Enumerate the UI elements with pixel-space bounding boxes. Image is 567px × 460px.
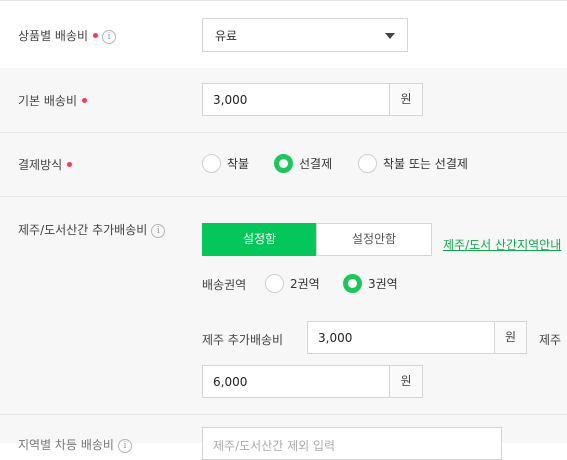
info-icon[interactable]: i	[102, 29, 117, 44]
jeju-toggle-off-button[interactable]: 설정안함	[316, 223, 432, 256]
base-shipping-unit: 원	[390, 83, 423, 116]
info-icon[interactable]: i	[117, 438, 132, 453]
region-option-label: 3권역	[368, 277, 398, 291]
base-shipping-input[interactable]: 3,000	[202, 83, 390, 116]
required-dot-icon	[67, 162, 73, 167]
required-dot-icon	[82, 98, 88, 103]
jeju-fee-input[interactable]: 3,000	[307, 321, 495, 354]
jeju-label: 제주/도서산간 추가배송비 i	[18, 221, 166, 238]
base-shipping-value: 3,000	[213, 93, 248, 107]
divider	[0, 414, 567, 415]
region-label: 배송권역	[202, 278, 247, 292]
partial-shipping-input[interactable]: 제주/도서산간 제외 입력	[202, 427, 502, 460]
radio-unchecked-icon	[202, 154, 221, 173]
payment-option-prepaid[interactable]: 선결제	[274, 154, 332, 173]
jeju-label-text: 제주/도서산간 추가배송비	[18, 223, 148, 237]
second-fee-value: 6,000	[213, 375, 248, 389]
jeju-toggle-on-button[interactable]: 설정함	[202, 223, 317, 256]
payment-label: 결제방식	[18, 156, 73, 173]
payment-option-label: 착불 또는 선결제	[383, 157, 468, 171]
radio-unchecked-icon	[265, 274, 284, 293]
radio-checked-icon	[343, 274, 362, 293]
partial-shipping-placeholder: 제주/도서산간 제외 입력	[213, 439, 336, 453]
jeju-fee-label: 제주 추가배송비	[202, 333, 284, 347]
base-shipping-label-text: 기본 배송비	[18, 94, 78, 108]
partial-shipping-label: 지역별 차등 배송비 i	[18, 436, 132, 453]
payment-label-text: 결제방식	[18, 158, 63, 172]
region-option-label: 2권역	[290, 277, 320, 291]
payment-option-either[interactable]: 착불 또는 선결제	[358, 154, 468, 173]
product-shipping-select[interactable]: 유료	[202, 18, 408, 52]
next-region-label: 제주	[539, 333, 562, 347]
radio-unchecked-icon	[358, 154, 377, 173]
payment-option-label: 착불	[227, 157, 250, 171]
product-shipping-select-value: 유료	[215, 29, 238, 43]
required-dot-icon	[93, 33, 99, 38]
jeju-fee-value: 3,000	[318, 331, 353, 345]
divider	[0, 196, 567, 197]
partial-shipping-label-text: 지역별 차등 배송비	[18, 438, 114, 452]
region-option-3[interactable]: 3권역	[343, 274, 398, 293]
info-icon[interactable]: i	[151, 223, 166, 238]
second-fee-unit: 원	[390, 365, 423, 398]
product-shipping-label-text: 상품별 배송비	[18, 29, 89, 43]
chevron-down-icon	[385, 33, 395, 39]
product-shipping-label: 상품별 배송비 i	[18, 27, 117, 44]
base-shipping-label: 기본 배송비	[18, 92, 88, 109]
payment-option-label: 선결제	[299, 157, 333, 171]
region-option-2[interactable]: 2권역	[265, 274, 320, 293]
second-fee-input[interactable]: 6,000	[202, 365, 390, 398]
payment-option-cod[interactable]: 착불	[202, 154, 249, 173]
jeju-fee-unit: 원	[495, 321, 527, 354]
divider	[0, 132, 567, 133]
jeju-guide-link[interactable]: 제주/도서 산간지역안내	[443, 236, 561, 253]
product-shipping-row: 상품별 배송비 i 유료	[0, 0, 567, 68]
radio-checked-icon	[274, 154, 293, 173]
